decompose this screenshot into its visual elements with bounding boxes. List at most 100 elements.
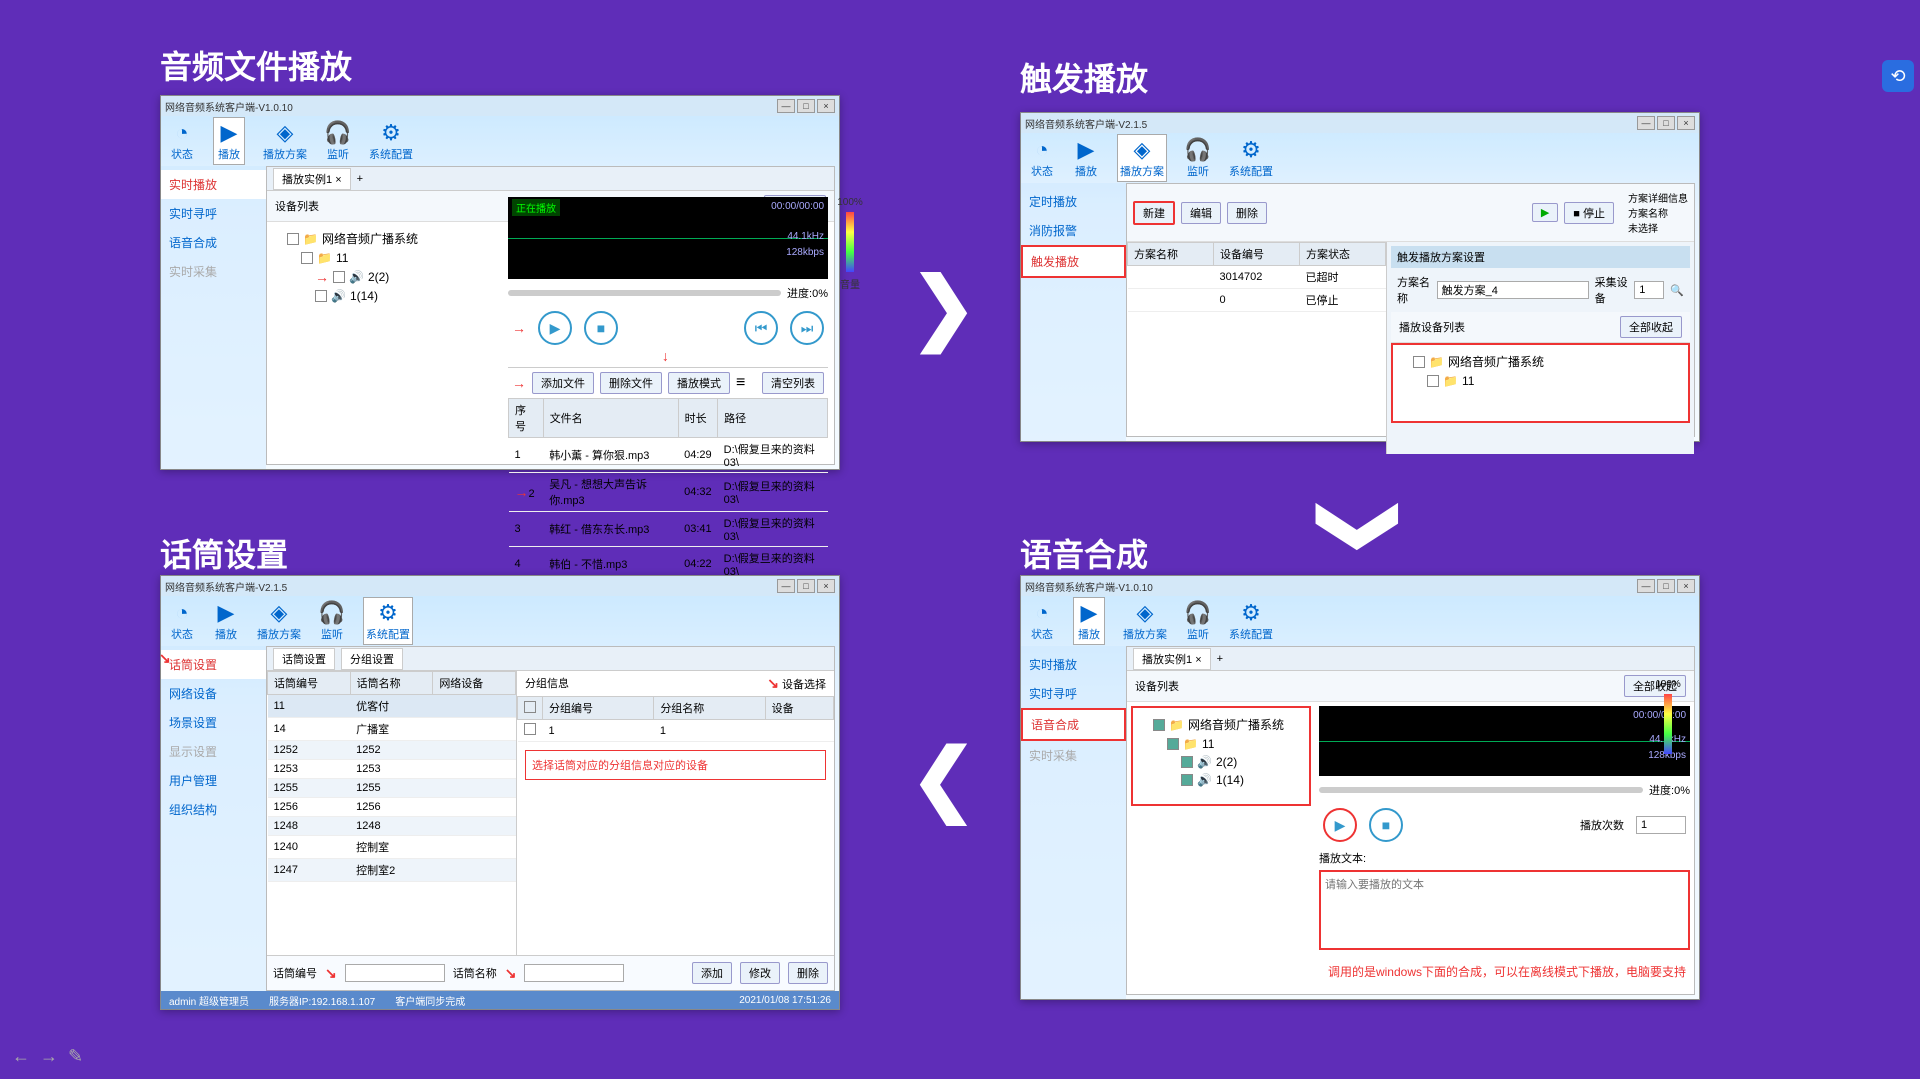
checkbox[interactable]: [301, 252, 313, 264]
scheme-name-input[interactable]: [1437, 281, 1589, 299]
titlebar[interactable]: 网络音频系统客户端-V2.1.5 —□×: [1021, 113, 1699, 133]
minimize-button[interactable]: —: [1637, 116, 1655, 130]
tab-close-icon[interactable]: ×: [335, 174, 341, 186]
side-timer[interactable]: 定时播放: [1021, 187, 1126, 216]
maximize-button[interactable]: □: [797, 579, 815, 593]
close-button[interactable]: ×: [817, 99, 835, 113]
progress-slider[interactable]: [508, 290, 781, 296]
side-org[interactable]: 组织结构: [161, 795, 266, 824]
tab-add[interactable]: +: [357, 173, 363, 185]
checkbox[interactable]: [1181, 774, 1193, 786]
modify-button[interactable]: 修改: [740, 962, 780, 984]
tool-config[interactable]: ⚙系统配置: [1229, 137, 1273, 179]
delete-button[interactable]: 删除: [1227, 202, 1267, 224]
play-button[interactable]: ▶: [1323, 808, 1357, 842]
checkbox[interactable]: [524, 701, 536, 713]
checkbox[interactable]: [1181, 756, 1193, 768]
checkbox[interactable]: [333, 271, 345, 283]
stop-button[interactable]: ■ 停止: [1564, 202, 1614, 224]
tool-monitor[interactable]: 🎧监听: [319, 600, 345, 642]
tool-config[interactable]: ⚙系统配置: [363, 597, 413, 645]
checkbox[interactable]: [1427, 375, 1439, 387]
tool-play[interactable]: ▶播放: [1073, 137, 1099, 179]
scheme-table[interactable]: 方案名称设备编号方案状态 3014702已超时 0已停止: [1127, 242, 1386, 312]
stop-button[interactable]: ■: [1369, 808, 1403, 842]
minimize-button[interactable]: —: [777, 579, 795, 593]
device-tree[interactable]: 📁网络音频广播系统 📁11 🔊2(2) 🔊1(14): [1131, 706, 1311, 806]
side-fire[interactable]: 消防报警: [1021, 216, 1126, 245]
dev-count-input[interactable]: [1634, 281, 1664, 299]
clear-list-button[interactable]: 清空列表: [762, 372, 824, 394]
tool-scheme[interactable]: ◈播放方案: [263, 120, 307, 162]
tool-status[interactable]: ◔状态: [1029, 600, 1055, 642]
mic-name-input[interactable]: [524, 964, 624, 982]
add-file-button[interactable]: 添加文件: [532, 372, 594, 394]
titlebar[interactable]: 网络音频系统客户端-V2.1.5 —□×: [161, 576, 839, 596]
group-table[interactable]: 分组编号分组名称设备 11: [517, 696, 834, 742]
play-mode-button[interactable]: 播放模式: [668, 372, 730, 394]
tool-config[interactable]: ⚙系统配置: [1229, 600, 1273, 642]
side-mic-setting[interactable]: 话筒设置: [161, 650, 266, 679]
next-slide-icon[interactable]: →: [40, 1046, 58, 1067]
tool-status[interactable]: ◔状态: [169, 600, 195, 642]
tool-config[interactable]: ⚙系统配置: [369, 120, 413, 162]
tool-scheme[interactable]: ◈播放方案: [257, 600, 301, 642]
tool-monitor[interactable]: 🎧监听: [1185, 600, 1211, 642]
tab-add[interactable]: +: [1217, 653, 1223, 665]
delete-button[interactable]: 删除: [788, 962, 828, 984]
add-button[interactable]: 添加: [692, 962, 732, 984]
side-tts[interactable]: 语音合成: [1021, 708, 1126, 741]
side-display[interactable]: 显示设置: [161, 737, 266, 766]
checkbox[interactable]: [315, 290, 327, 302]
titlebar[interactable]: 网络音频系统客户端-V1.0.10 — □ ×: [161, 96, 839, 116]
tab-group[interactable]: 分组设置: [341, 648, 403, 670]
next-button[interactable]: ⏭: [790, 311, 824, 345]
checkbox[interactable]: [1167, 738, 1179, 750]
checkbox[interactable]: [524, 723, 536, 735]
titlebar[interactable]: 网络音频系统客户端-V1.0.10 —□×: [1021, 576, 1699, 596]
play-button[interactable]: ▶: [1532, 203, 1558, 222]
side-realtime-play[interactable]: 实时播放: [1021, 650, 1126, 679]
side-user[interactable]: 用户管理: [161, 766, 266, 795]
tab-instance[interactable]: 播放实例1 ×: [1133, 648, 1211, 670]
tool-scheme[interactable]: ◈播放方案: [1123, 600, 1167, 642]
side-scene[interactable]: 场景设置: [161, 708, 266, 737]
tool-play[interactable]: ▶播放: [213, 117, 245, 165]
tool-monitor[interactable]: 🎧监听: [325, 120, 351, 162]
checkbox[interactable]: [1413, 356, 1425, 368]
side-tts[interactable]: 语音合成: [161, 228, 266, 257]
close-button[interactable]: ×: [817, 579, 835, 593]
maximize-button[interactable]: □: [1657, 116, 1675, 130]
pen-icon[interactable]: ✎: [68, 1046, 83, 1067]
side-collect[interactable]: 实时采集: [1021, 741, 1126, 770]
tool-play[interactable]: ▶播放: [1073, 597, 1105, 645]
device-tree[interactable]: 📁网络音频广播系统 📁11: [1391, 343, 1690, 423]
volume-bar[interactable]: [1664, 694, 1672, 754]
tab-instance[interactable]: 播放实例1 ×: [273, 168, 351, 190]
tts-textarea[interactable]: [1319, 870, 1690, 950]
mic-table[interactable]: 话筒编号话筒名称网络设备 11优客付 14广播室 12521252 125312…: [267, 671, 516, 882]
device-tree[interactable]: 📁网络音频广播系统 📁11 →🔊2(2) 🔊1(14): [267, 222, 467, 311]
new-button[interactable]: 新建: [1133, 201, 1175, 225]
del-file-button[interactable]: 删除文件: [600, 372, 662, 394]
minimize-button[interactable]: —: [777, 99, 795, 113]
side-collect[interactable]: 实时采集: [161, 257, 266, 286]
play-count-input[interactable]: [1636, 816, 1686, 834]
tool-play[interactable]: ▶播放: [213, 600, 239, 642]
tool-monitor[interactable]: 🎧监听: [1185, 137, 1211, 179]
side-trigger[interactable]: 触发播放: [1021, 245, 1126, 278]
tab-close-icon[interactable]: ×: [1195, 654, 1201, 666]
maximize-button[interactable]: □: [1657, 579, 1675, 593]
side-network[interactable]: 网络设备: [161, 679, 266, 708]
mic-num-input[interactable]: [345, 964, 445, 982]
tool-scheme[interactable]: ◈播放方案: [1117, 134, 1167, 182]
progress-slider[interactable]: [1319, 787, 1643, 793]
collapse-all-button[interactable]: 全部收起: [1620, 316, 1682, 338]
checkbox[interactable]: [1153, 719, 1165, 731]
side-realtime-call[interactable]: 实时寻呼: [1021, 679, 1126, 708]
close-button[interactable]: ×: [1677, 116, 1695, 130]
minimize-button[interactable]: —: [1637, 579, 1655, 593]
edit-button[interactable]: 编辑: [1181, 202, 1221, 224]
tool-status[interactable]: ◔状态: [1029, 137, 1055, 179]
stop-button[interactable]: ■: [584, 311, 618, 345]
